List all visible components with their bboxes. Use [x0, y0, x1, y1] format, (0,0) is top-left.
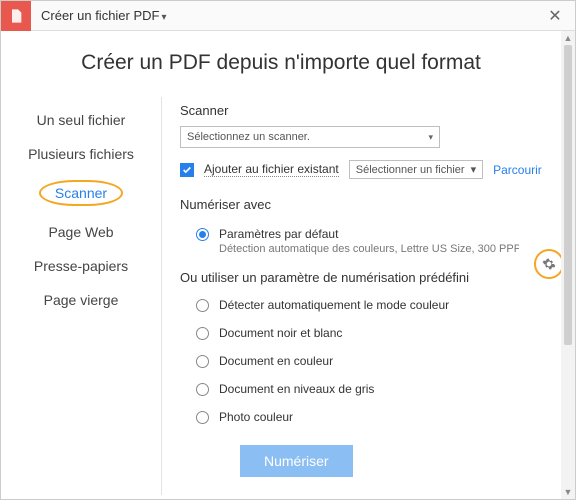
- sidebar-item-multiple-files[interactable]: Plusieurs fichiers: [1, 137, 161, 171]
- radio-default-sub: Détection automatique des couleurs, Lett…: [219, 243, 519, 255]
- chevron-down-icon: ▾: [471, 163, 477, 176]
- radio-color-doc[interactable]: [196, 355, 209, 368]
- sidebar: Un seul fichier Plusieurs fichiers Scann…: [1, 97, 161, 495]
- scan-button[interactable]: Numériser: [240, 445, 353, 477]
- radio-default-label: Paramètres par défaut: [219, 227, 519, 241]
- browse-link[interactable]: Parcourir: [493, 163, 542, 177]
- file-select[interactable]: Sélectionner un fichier ▾: [349, 160, 483, 179]
- radio-default-settings[interactable]: [196, 228, 209, 241]
- append-checkbox[interactable]: [180, 163, 194, 177]
- scanner-section-label: Scanner: [180, 103, 543, 118]
- vertical-scrollbar[interactable]: ▲ ▼: [561, 31, 575, 499]
- page-heading: Créer un PDF depuis n'importe quel forma…: [1, 51, 561, 75]
- sidebar-item-web-page[interactable]: Page Web: [1, 215, 161, 249]
- close-button[interactable]: ✕: [535, 6, 575, 26]
- scanner-select[interactable]: Sélectionnez un scanner. ▾: [180, 126, 440, 148]
- scroll-down-arrow[interactable]: ▼: [561, 485, 575, 499]
- append-checkbox-label: Ajouter au fichier existant: [204, 162, 339, 177]
- sidebar-item-clipboard[interactable]: Presse-papiers: [1, 249, 161, 283]
- scroll-thumb[interactable]: [564, 45, 572, 345]
- titlebar: Créer un fichier PDF▾ ✕: [1, 1, 575, 31]
- radio-color-photo[interactable]: [196, 411, 209, 424]
- preset-heading: Ou utiliser un paramètre de numérisation…: [180, 270, 543, 285]
- title-dropdown-caret: ▾: [161, 12, 166, 23]
- window-title[interactable]: Créer un fichier PDF▾: [31, 8, 535, 23]
- chevron-down-icon: ▾: [428, 132, 433, 143]
- radio-auto-color[interactable]: [196, 299, 209, 312]
- settings-gear-button[interactable]: [534, 249, 561, 279]
- scroll-track[interactable]: [561, 45, 575, 485]
- sidebar-item-single-file[interactable]: Un seul fichier: [1, 103, 161, 137]
- scanner-panel: Scanner Sélectionnez un scanner. ▾ Ajout…: [161, 97, 561, 495]
- sidebar-item-blank-page[interactable]: Page vierge: [1, 283, 161, 317]
- gear-icon: [542, 257, 556, 271]
- scroll-up-arrow[interactable]: ▲: [561, 31, 575, 45]
- scan-with-heading: Numériser avec: [180, 197, 543, 212]
- radio-bw-doc[interactable]: [196, 327, 209, 340]
- main-content: Créer un PDF depuis n'importe quel forma…: [1, 31, 561, 499]
- sidebar-item-scanner[interactable]: Scanner: [1, 171, 161, 215]
- radio-grayscale-doc[interactable]: [196, 383, 209, 396]
- pdf-icon: [1, 1, 31, 31]
